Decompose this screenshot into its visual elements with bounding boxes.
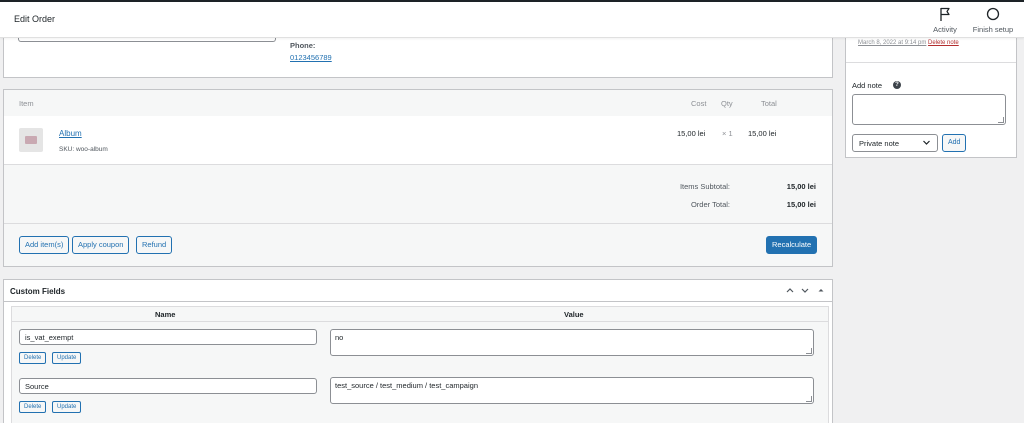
delete-meta-button[interactable]: Delete xyxy=(19,352,47,364)
finish-setup-label: Finish setup xyxy=(972,25,1014,34)
update-meta-button[interactable]: Update xyxy=(52,401,82,413)
order-totals: Items Subtotal: 15,00 lei Order Total: 1… xyxy=(4,166,832,224)
col-qty: Qty xyxy=(721,99,733,108)
product-sku: SKU: woo-album xyxy=(59,146,108,153)
note-meta: March 8, 2022 at 9:14 pm Delete note xyxy=(858,40,959,46)
note-type-select[interactable]: Private note xyxy=(852,134,938,152)
phone-label: Phone: xyxy=(290,41,316,50)
add-note-label: Add note xyxy=(852,81,883,90)
add-note-button[interactable]: Add xyxy=(942,134,967,152)
meta-key-input[interactable]: Source xyxy=(19,378,317,394)
notes-divider xyxy=(846,62,1016,63)
resize-handle-icon[interactable] xyxy=(806,348,812,354)
item-total: 15,00 lei xyxy=(748,129,777,138)
table-row: Album SKU: woo-album 15,00 lei × 1 15,00… xyxy=(4,116,832,165)
order-notes-panel: March 8, 2022 at 9:14 pm Delete note Add… xyxy=(845,36,1017,158)
col-cost: Cost xyxy=(691,99,707,108)
delete-meta-button[interactable]: Delete xyxy=(19,401,47,413)
circle-progress-icon xyxy=(966,6,1020,22)
custom-fields-columns: Name Value xyxy=(11,306,829,322)
custom-fields-header: Custom Fields xyxy=(4,280,832,302)
page-title: Edit Order xyxy=(14,14,56,24)
order-total-label: Order Total: xyxy=(690,200,730,209)
custom-fields-list: is_vat_exempt no Delete Update Source te… xyxy=(11,322,829,423)
col-item: Item xyxy=(19,99,34,108)
meta-value-text: no xyxy=(335,333,344,342)
order-total-value: 15,00 lei xyxy=(786,200,816,209)
custom-fields-title: Custom Fields xyxy=(10,287,66,296)
col-total: Total xyxy=(761,99,777,108)
help-icon[interactable]: ? xyxy=(893,81,901,89)
custom-fields-panel: Custom Fields Name Value is_vat_exempt n… xyxy=(3,279,833,423)
product-link[interactable]: Album xyxy=(59,129,82,138)
meta-key-input[interactable]: is_vat_exempt xyxy=(19,329,317,345)
add-note-textarea[interactable] xyxy=(852,94,1006,125)
update-meta-button[interactable]: Update xyxy=(52,352,82,364)
items-actions: Add item(s) Apply coupon Refund Recalcul… xyxy=(4,225,832,267)
item-cost: 15,00 lei xyxy=(677,129,706,138)
recalculate-button[interactable]: Recalculate xyxy=(766,236,818,254)
refund-button[interactable]: Refund xyxy=(136,236,173,254)
note-date: March 8, 2022 at 9:14 pm xyxy=(858,40,927,46)
add-items-button[interactable]: Add item(s) xyxy=(19,236,70,254)
move-up-icon[interactable] xyxy=(785,285,795,298)
item-qty: × 1 xyxy=(722,129,733,138)
resize-handle-icon[interactable] xyxy=(806,396,812,402)
meta-value-text: test_source / test_medium / test_campaig… xyxy=(335,381,478,390)
collapse-toggle-icon[interactable] xyxy=(817,285,825,298)
order-items-panel: Item Cost Qty Total Album SKU: woo-album… xyxy=(3,89,833,267)
resize-handle-icon[interactable] xyxy=(998,117,1004,123)
activity-button[interactable]: Activity xyxy=(923,6,967,34)
subtotal-value: 15,00 lei xyxy=(786,182,816,191)
phone-link[interactable]: 0123456789 xyxy=(290,53,332,62)
meta-value-textarea[interactable]: test_source / test_medium / test_campaig… xyxy=(330,377,814,404)
activity-label: Activity xyxy=(933,25,957,34)
move-down-icon[interactable] xyxy=(800,285,810,298)
meta-value-textarea[interactable]: no xyxy=(330,329,814,356)
subtotal-label: Items Subtotal: xyxy=(679,182,730,191)
delete-note-link[interactable]: Delete note xyxy=(928,40,959,46)
apply-coupon-button[interactable]: Apply coupon xyxy=(72,236,130,254)
chevron-down-icon xyxy=(922,138,931,149)
flag-icon xyxy=(923,6,967,22)
note-type-value: Private note xyxy=(859,139,900,148)
product-thumbnail xyxy=(19,128,43,152)
col-value: Value xyxy=(564,310,584,319)
page-header: Edit Order Activity Finish setup xyxy=(0,2,1024,38)
finish-setup-button[interactable]: Finish setup xyxy=(966,6,1020,34)
items-table-header: Item Cost Qty Total xyxy=(4,90,832,116)
order-address-panel: Phone: 0123456789 xyxy=(3,30,833,78)
col-name: Name xyxy=(155,310,176,319)
